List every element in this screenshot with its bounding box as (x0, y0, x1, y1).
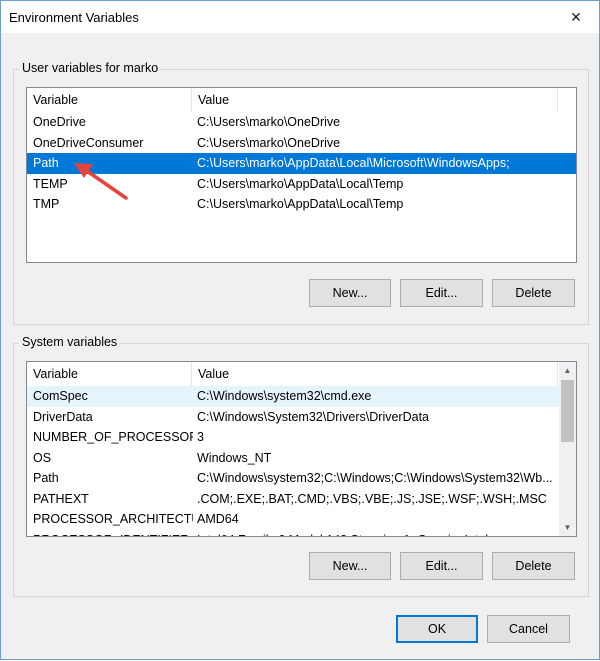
variable-name-cell: TEMP (33, 176, 68, 191)
variable-value-cell: Windows_NT (197, 450, 272, 465)
column-header-value[interactable]: Value (192, 88, 558, 112)
variable-name-cell: PROCESSOR_IDENTIFIER (33, 530, 193, 537)
environment-variables-dialog: Environment Variables ✕ User variables f… (0, 0, 600, 660)
system-variables-title: System variables (19, 335, 121, 349)
system-edit-button[interactable]: Edit... (400, 552, 483, 580)
variable-value-cell: AMD64 (197, 512, 239, 526)
variable-value-cell: C:\Users\marko\AppData\Local\Temp (197, 176, 404, 191)
column-header-variable[interactable]: Variable (27, 88, 192, 112)
table-row[interactable]: NUMBER_OF_PROCESSORS 3 (27, 427, 576, 448)
system-list-rows: ComSpec C:\Windows\system32\cmd.exe Driver… (27, 386, 576, 537)
variable-value-cell: C:\Users\marko\AppData\Local\Microsoft\W… (197, 156, 510, 170)
variable-name-cell: OneDrive (33, 115, 86, 129)
system-new-button[interactable]: New... (309, 552, 391, 580)
system-variables-list[interactable]: Variable Value ComSpec C:\Windows\system3… (26, 361, 577, 537)
cancel-button[interactable]: Cancel (487, 615, 570, 643)
table-row[interactable]: OneDriveConsumer C:\Users\marko\OneDrive (27, 133, 576, 154)
table-row[interactable]: OS Windows_NT (27, 448, 576, 469)
variable-value-cell: Intel64 Family 6 Model 142 Stepping 1, G… (197, 530, 557, 537)
column-header-variable[interactable]: Variable (27, 362, 192, 386)
table-row[interactable]: TEMP C:\Users\marko\AppData\Local\Temp (27, 174, 576, 195)
system-delete-button[interactable]: Delete (492, 552, 575, 580)
ok-button[interactable]: OK (396, 615, 478, 643)
user-list-header: Variable Value (27, 88, 576, 112)
user-new-button[interactable]: New... (309, 279, 391, 307)
table-row[interactable]: PROCESSOR_ARCHITECTU... AMD64 (27, 509, 576, 530)
scrollbar-thumb[interactable] (561, 380, 574, 442)
variable-name-cell: ComSpec (33, 389, 88, 403)
variable-name-cell: PATHEXT (33, 491, 89, 506)
variable-value-cell: C:\Users\marko\OneDrive (197, 135, 341, 150)
system-list-header: Variable Value (27, 362, 576, 386)
variable-name-cell: DriverData (33, 409, 93, 424)
table-row[interactable]: DriverData C:\Windows\System32\Drivers\Dr… (27, 407, 576, 428)
user-variables-title: User variables for marko (19, 61, 162, 75)
chevron-up-icon[interactable]: ▲ (559, 362, 576, 379)
column-header-value[interactable]: Value (192, 362, 558, 386)
chevron-down-icon[interactable]: ▼ (559, 519, 576, 536)
variable-name-cell: Path (33, 156, 59, 170)
variable-value-cell: .COM;.EXE;.BAT;.CMD;.VBS;.VBE;.JS;.JSE;.… (197, 491, 547, 506)
variable-value-cell: C:\Users\marko\OneDrive (197, 115, 341, 129)
table-row[interactable]: PROCESSOR_IDENTIFIER Intel64 Family 6 Mod… (27, 530, 576, 537)
user-list-rows: OneDrive C:\Users\marko\OneDrive OneDriveC… (27, 112, 576, 215)
variable-name-cell: NUMBER_OF_PROCESSORS (33, 430, 193, 444)
variable-value-cell: C:\Users\marko\AppData\Local\Temp (197, 197, 404, 211)
variable-name-cell: OS (33, 450, 52, 465)
variable-value-cell: C:\Windows\system32\cmd.exe (197, 389, 372, 403)
window-title: Environment Variables (9, 10, 139, 25)
user-delete-button[interactable]: Delete (492, 279, 575, 307)
table-row[interactable]: OneDrive C:\Users\marko\OneDrive (27, 112, 576, 133)
table-row[interactable]: PATHEXT .COM;.EXE;.BAT;.CMD;.VBS;.VBE;.JS… (27, 489, 576, 510)
close-icon: ✕ (570, 8, 582, 25)
user-edit-button[interactable]: Edit... (400, 279, 483, 307)
close-button[interactable]: ✕ (553, 1, 599, 33)
table-row[interactable]: Path C:\Users\marko\AppData\Local\Microso… (27, 153, 576, 174)
variable-name-cell: OneDriveConsumer (33, 135, 144, 150)
table-row[interactable]: TMP C:\Users\marko\AppData\Local\Temp (27, 194, 576, 215)
title-bar: Environment Variables ✕ (1, 1, 599, 33)
table-row[interactable]: Path C:\Windows\system32;C:\Windows;C:\Wi… (27, 468, 576, 489)
system-list-scrollbar[interactable]: ▲ ▼ (559, 362, 576, 536)
variable-value-cell: 3 (197, 430, 204, 444)
table-row[interactable]: ComSpec C:\Windows\system32\cmd.exe (27, 386, 576, 407)
variable-name-cell: TMP (33, 197, 60, 211)
variable-value-cell: C:\Windows\System32\Drivers\DriverData (197, 409, 429, 424)
user-variables-list[interactable]: Variable Value OneDrive C:\Users\marko\On… (26, 87, 577, 263)
variable-value-cell: C:\Windows\system32;C:\Windows;C:\Window… (197, 471, 553, 485)
variable-name-cell: PROCESSOR_ARCHITECTU... (33, 512, 193, 526)
variable-name-cell: Path (33, 471, 59, 485)
